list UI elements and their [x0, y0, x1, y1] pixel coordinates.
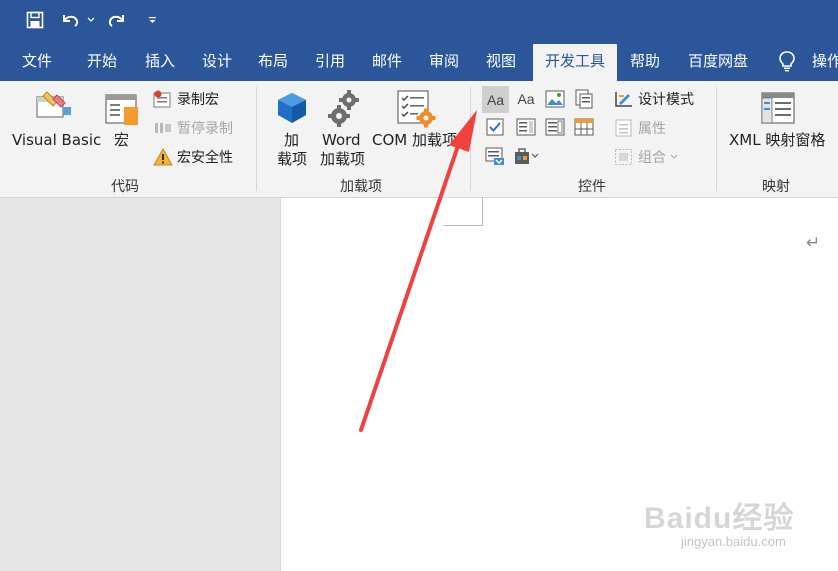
red-annotation-arrow	[359, 110, 477, 432]
